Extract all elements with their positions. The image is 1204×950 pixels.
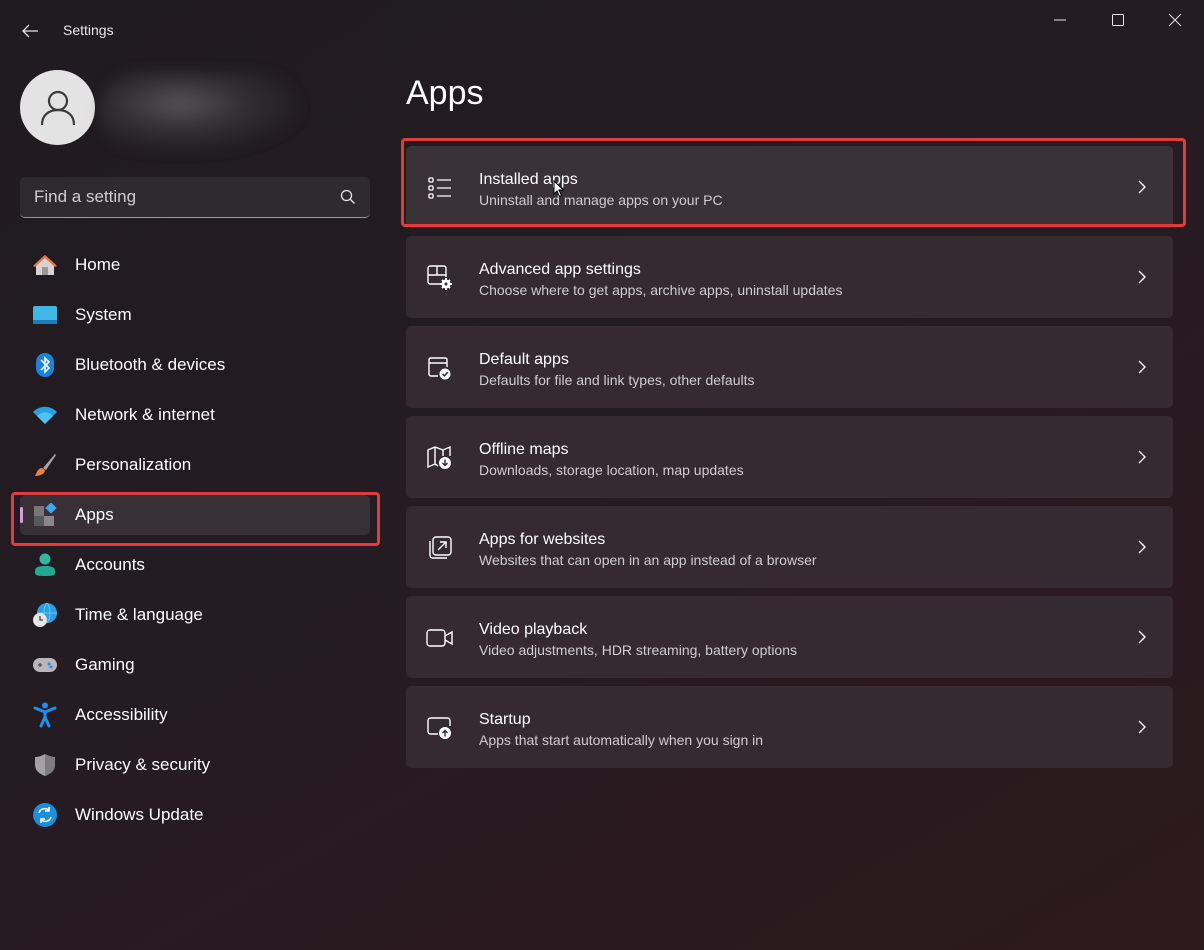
card-description: Choose where to get apps, archive apps, … bbox=[479, 282, 843, 298]
sidebar-item-home[interactable]: Home bbox=[20, 245, 370, 285]
card-description: Video adjustments, HDR streaming, batter… bbox=[479, 642, 798, 658]
app-settings-icon bbox=[426, 264, 454, 292]
minimize-icon bbox=[1054, 19, 1066, 21]
card-description: Websites that can open in an app instead… bbox=[479, 552, 817, 568]
card-video-playback[interactable]: Video playback Video adjustments, HDR st… bbox=[406, 596, 1173, 678]
app-title: Settings bbox=[63, 22, 114, 38]
shield-icon bbox=[32, 753, 58, 777]
maximize-button[interactable] bbox=[1094, 4, 1142, 36]
card-description: Downloads, storage location, map updates bbox=[479, 462, 744, 478]
video-camera-icon bbox=[426, 624, 454, 652]
sidebar-item-label: Bluetooth & devices bbox=[75, 355, 226, 374]
bluetooth-icon bbox=[32, 353, 58, 377]
sidebar-item-gaming[interactable]: Gaming bbox=[20, 645, 370, 685]
search-input[interactable] bbox=[20, 187, 320, 207]
card-installed-apps[interactable]: Installed apps Uninstall and manage apps… bbox=[406, 146, 1173, 228]
sidebar-item-label: System bbox=[75, 305, 132, 324]
paintbrush-icon bbox=[32, 453, 58, 477]
sidebar-item-windows-update[interactable]: Windows Update bbox=[20, 795, 370, 835]
maximize-icon bbox=[1112, 14, 1124, 26]
selected-indicator bbox=[20, 507, 23, 523]
gamepad-icon bbox=[32, 653, 58, 677]
sidebar-nav: Home System Bluetooth & devices Network … bbox=[20, 245, 370, 845]
update-icon bbox=[32, 803, 58, 827]
list-icon bbox=[426, 174, 454, 202]
sidebar-item-label: Accessibility bbox=[75, 705, 168, 724]
accessibility-icon bbox=[32, 702, 58, 728]
minimize-button[interactable] bbox=[1036, 4, 1084, 36]
chevron-right-icon bbox=[1138, 450, 1146, 464]
sidebar-item-accounts[interactable]: Accounts bbox=[20, 545, 370, 585]
title-bar: Settings bbox=[0, 0, 1204, 60]
chevron-right-icon bbox=[1138, 360, 1146, 374]
back-button[interactable] bbox=[14, 18, 46, 44]
sidebar-item-label: Apps bbox=[75, 505, 114, 524]
card-description: Defaults for file and link types, other … bbox=[479, 372, 755, 388]
mouse-cursor-icon bbox=[553, 180, 565, 198]
open-external-icon bbox=[426, 534, 454, 562]
home-icon bbox=[32, 253, 58, 277]
default-apps-icon bbox=[426, 354, 454, 382]
sidebar-item-time-language[interactable]: Time & language bbox=[20, 595, 370, 635]
card-title: Apps for websites bbox=[479, 531, 606, 548]
card-title: Startup bbox=[479, 711, 531, 728]
sidebar-item-label: Privacy & security bbox=[75, 755, 211, 774]
map-download-icon bbox=[426, 444, 454, 472]
close-button[interactable] bbox=[1151, 4, 1199, 36]
card-title: Advanced app settings bbox=[479, 261, 641, 278]
card-title: Video playback bbox=[479, 621, 588, 638]
settings-card-list: Installed apps Uninstall and manage apps… bbox=[406, 146, 1173, 776]
page-title: Apps bbox=[406, 74, 484, 112]
settings-window: Settings Home bbox=[0, 0, 1204, 950]
chevron-right-icon bbox=[1138, 180, 1146, 194]
account-icon bbox=[32, 553, 58, 577]
wifi-icon bbox=[32, 403, 58, 427]
sidebar-item-label: Network & internet bbox=[75, 405, 215, 424]
search-icon[interactable] bbox=[340, 189, 356, 205]
card-apps-for-websites[interactable]: Apps for websites Websites that can open… bbox=[406, 506, 1173, 588]
sidebar-item-network[interactable]: Network & internet bbox=[20, 395, 370, 435]
back-arrow-icon bbox=[22, 24, 38, 38]
user-icon bbox=[40, 90, 75, 125]
sidebar-item-accessibility[interactable]: Accessibility bbox=[20, 695, 370, 735]
globe-clock-icon bbox=[32, 602, 58, 627]
card-description: Uninstall and manage apps on your PC bbox=[479, 192, 723, 208]
sidebar-item-label: Gaming bbox=[75, 655, 135, 674]
profile-name-redacted bbox=[100, 72, 300, 152]
card-startup[interactable]: Startup Apps that start automatically wh… bbox=[406, 686, 1173, 768]
card-default-apps[interactable]: Default apps Defaults for file and link … bbox=[406, 326, 1173, 408]
sidebar-item-bluetooth[interactable]: Bluetooth & devices bbox=[20, 345, 370, 385]
chevron-right-icon bbox=[1138, 270, 1146, 284]
card-advanced-app-settings[interactable]: Advanced app settings Choose where to ge… bbox=[406, 236, 1173, 318]
sidebar-item-system[interactable]: System bbox=[20, 295, 370, 335]
sidebar-item-label: Home bbox=[75, 255, 121, 274]
sidebar-item-personalization[interactable]: Personalization bbox=[20, 445, 370, 485]
search-box[interactable] bbox=[20, 177, 370, 218]
sidebar-item-label: Personalization bbox=[75, 455, 192, 474]
chevron-right-icon bbox=[1138, 720, 1146, 734]
chevron-right-icon bbox=[1138, 540, 1146, 554]
sidebar-item-label: Accounts bbox=[75, 555, 145, 574]
sidebar-item-label: Windows Update bbox=[75, 805, 204, 824]
card-title: Default apps bbox=[479, 351, 569, 368]
avatar[interactable] bbox=[20, 70, 95, 145]
system-icon bbox=[32, 303, 58, 327]
card-description: Apps that start automatically when you s… bbox=[479, 732, 764, 748]
chevron-right-icon bbox=[1138, 630, 1146, 644]
card-title: Offline maps bbox=[479, 441, 569, 458]
sidebar-item-label: Time & language bbox=[75, 605, 203, 624]
sidebar-item-apps[interactable]: Apps bbox=[20, 495, 370, 535]
close-icon bbox=[1168, 13, 1182, 27]
sidebar-item-privacy-security[interactable]: Privacy & security bbox=[20, 745, 370, 785]
startup-icon bbox=[426, 714, 454, 742]
card-offline-maps[interactable]: Offline maps Downloads, storage location… bbox=[406, 416, 1173, 498]
apps-icon bbox=[32, 503, 58, 527]
